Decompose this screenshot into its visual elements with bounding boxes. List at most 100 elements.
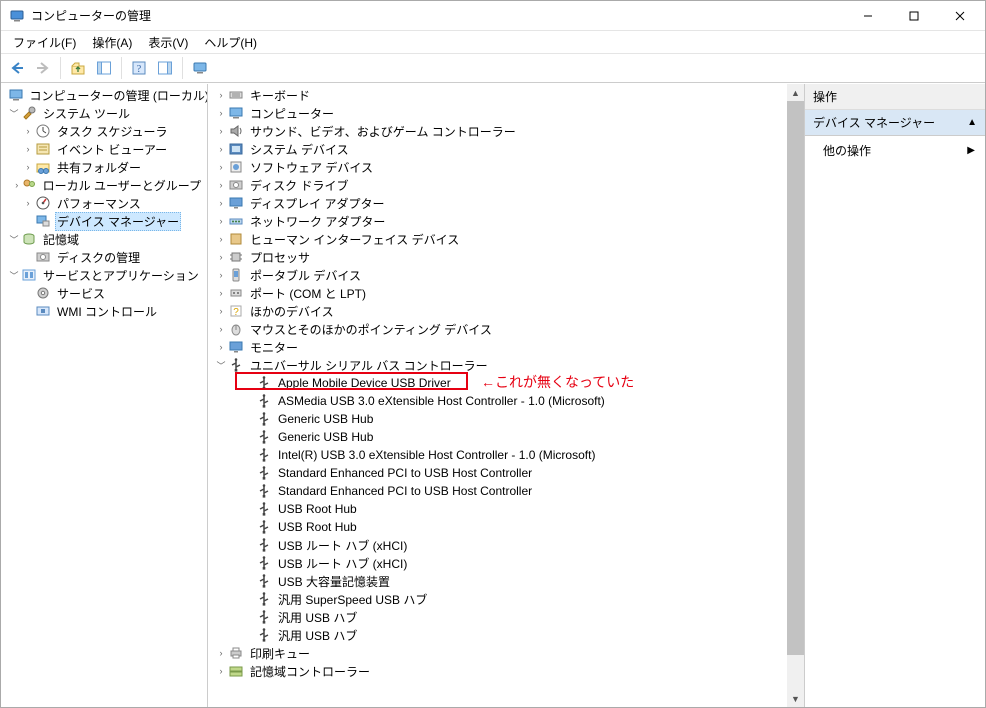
usb-device-item[interactable]: ›汎用 SuperSpeed USB ハブ xyxy=(210,590,787,608)
expander-icon[interactable]: › xyxy=(214,342,228,352)
device-label: ポート (COM と LPT) xyxy=(248,285,368,302)
expander-icon[interactable]: › xyxy=(214,144,228,154)
usb-device-item[interactable]: ›汎用 USB ハブ xyxy=(210,626,787,644)
expander-icon[interactable]: › xyxy=(214,216,228,226)
expander-icon[interactable]: › xyxy=(214,198,228,208)
device-category[interactable]: ›記憶域コントローラー xyxy=(210,662,787,680)
device-category[interactable]: ›印刷キュー xyxy=(210,644,787,662)
expander-icon[interactable]: › xyxy=(21,144,35,154)
device-category[interactable]: ›?ほかのデバイス xyxy=(210,302,787,320)
device-category[interactable]: ›ヒューマン インターフェイス デバイス xyxy=(210,230,787,248)
tree-event-viewer[interactable]: › イベント ビューアー xyxy=(3,140,207,158)
tree-system-tools[interactable]: ﹀ システム ツール xyxy=(3,104,207,122)
scrollbar-thumb[interactable] xyxy=(787,101,804,655)
expander-icon[interactable]: › xyxy=(214,252,228,262)
console-tree[interactable]: ▸ コンピューターの管理 (ローカル) ﹀ システム ツール › xyxy=(1,84,207,707)
show-hide-tree-button[interactable] xyxy=(92,56,116,80)
help-button[interactable]: ? xyxy=(127,56,151,80)
expander-icon[interactable]: › xyxy=(214,126,228,136)
expander-icon[interactable]: ﹀ xyxy=(7,107,21,120)
expander-icon[interactable]: ﹀ xyxy=(214,359,228,372)
menu-action[interactable]: 操作(A) xyxy=(84,32,140,53)
expander-icon[interactable]: › xyxy=(21,126,35,136)
expander-icon[interactable]: › xyxy=(21,198,35,208)
expander-icon[interactable]: › xyxy=(214,234,228,244)
usb-device-item[interactable]: ›USB 大容量記憶装置 xyxy=(210,572,787,590)
usb-device-item[interactable]: ›Generic USB Hub xyxy=(210,410,787,428)
tree-shared-folders[interactable]: › 共有フォルダー xyxy=(3,158,207,176)
display-button[interactable] xyxy=(188,56,212,80)
usb-device-item[interactable]: ›Intel(R) USB 3.0 eXtensible Host Contro… xyxy=(210,446,787,464)
expander-icon[interactable]: › xyxy=(13,180,21,190)
device-category[interactable]: ›コンピューター xyxy=(210,104,787,122)
vertical-scrollbar[interactable]: ▲ ▼ xyxy=(787,84,804,707)
device-category[interactable]: › ポート (COM と LPT) xyxy=(210,284,787,302)
tree-wmi[interactable]: WMI コントロール xyxy=(3,302,207,320)
usb-device-item[interactable]: ›汎用 USB ハブ xyxy=(210,608,787,626)
device-category[interactable]: ﹀ユニバーサル シリアル バス コントローラー xyxy=(210,356,787,374)
device-category[interactable]: ›キーボード xyxy=(210,86,787,104)
expander-icon[interactable]: › xyxy=(21,162,35,172)
usb-device-item[interactable]: ›USB ルート ハブ (xHCI) xyxy=(210,554,787,572)
expander-icon[interactable]: › xyxy=(214,324,228,334)
scroll-up-button[interactable]: ▲ xyxy=(787,84,804,101)
tree-device-manager[interactable]: デバイス マネージャー xyxy=(3,212,207,230)
portable-icon xyxy=(228,267,244,283)
up-button[interactable] xyxy=(66,56,90,80)
usb-icon xyxy=(256,465,272,481)
device-category[interactable]: ›サウンド、ビデオ、およびゲーム コントローラー xyxy=(210,122,787,140)
expander-icon[interactable]: › xyxy=(214,666,228,676)
menu-file[interactable]: ファイル(F) xyxy=(5,32,84,53)
device-category[interactable]: ›ネットワーク アダプター xyxy=(210,212,787,230)
maximize-button[interactable] xyxy=(891,1,937,31)
device-category[interactable]: › ソフトウェア デバイス xyxy=(210,158,787,176)
tree-task-scheduler[interactable]: › タスク スケジューラ xyxy=(3,122,207,140)
expander-icon: › xyxy=(242,630,256,640)
usb-device-item[interactable]: ›USB Root Hub xyxy=(210,500,787,518)
device-category[interactable]: ›システム デバイス xyxy=(210,140,787,158)
tree-services-apps[interactable]: ﹀ サービスとアプリケーション xyxy=(3,266,207,284)
device-category[interactable]: ›ディスク ドライブ xyxy=(210,176,787,194)
usb-device-item[interactable]: ›Generic USB Hub xyxy=(210,428,787,446)
expander-icon[interactable]: › xyxy=(214,648,228,658)
expander-icon[interactable]: › xyxy=(214,306,228,316)
show-hide-action-button[interactable] xyxy=(153,56,177,80)
back-button[interactable] xyxy=(5,56,29,80)
minimize-button[interactable] xyxy=(845,1,891,31)
tree-storage[interactable]: ﹀ 記憶域 xyxy=(3,230,207,248)
scroll-down-button[interactable]: ▼ xyxy=(787,690,804,707)
device-tree[interactable]: ›キーボード›コンピューター›サウンド、ビデオ、およびゲーム コントローラー›シ… xyxy=(208,84,787,707)
device-category[interactable]: ›プロセッサ xyxy=(210,248,787,266)
close-button[interactable] xyxy=(937,1,983,31)
actions-more[interactable]: 他の操作 ▶ xyxy=(805,136,985,165)
expander-icon[interactable]: › xyxy=(214,108,228,118)
usb-device-item[interactable]: ›Standard Enhanced PCI to USB Host Contr… xyxy=(210,482,787,500)
expander-icon[interactable]: › xyxy=(214,90,228,100)
actions-group[interactable]: デバイス マネージャー ▲ xyxy=(805,110,985,136)
tree-services[interactable]: サービス xyxy=(3,284,207,302)
menu-view[interactable]: 表示(V) xyxy=(140,32,196,53)
expander-icon[interactable]: ﹀ xyxy=(7,269,21,282)
menu-help[interactable]: ヘルプ(H) xyxy=(196,32,265,53)
expander-icon[interactable]: ﹀ xyxy=(7,233,21,246)
usb-device-item[interactable]: ›USB ルート ハブ (xHCI) xyxy=(210,536,787,554)
device-category[interactable]: › マウスとそのほかのポインティング デバイス xyxy=(210,320,787,338)
forward-button[interactable] xyxy=(31,56,55,80)
device-category[interactable]: ›ディスプレイ アダプター xyxy=(210,194,787,212)
device-label: マウスとそのほかのポインティング デバイス xyxy=(248,321,494,338)
expander-icon[interactable]: › xyxy=(214,288,228,298)
device-category[interactable]: ›ポータブル デバイス xyxy=(210,266,787,284)
tree-performance[interactable]: › パフォーマンス xyxy=(3,194,207,212)
usb-device-item[interactable]: ›Apple Mobile Device USB Driver xyxy=(210,374,787,392)
tree-root[interactable]: ▸ コンピューターの管理 (ローカル) xyxy=(3,86,207,104)
usb-device-item[interactable]: ›Standard Enhanced PCI to USB Host Contr… xyxy=(210,464,787,482)
tree-local-users[interactable]: › ローカル ユーザーとグループ xyxy=(3,176,207,194)
expander-icon[interactable]: › xyxy=(214,270,228,280)
usb-device-item[interactable]: ›ASMedia USB 3.0 eXtensible Host Control… xyxy=(210,392,787,410)
device-category[interactable]: ›モニター xyxy=(210,338,787,356)
expander-icon[interactable]: › xyxy=(214,180,228,190)
usb-device-item[interactable]: ›USB Root Hub xyxy=(210,518,787,536)
device-label: ソフトウェア デバイス xyxy=(248,159,375,176)
tree-disk-management[interactable]: ディスクの管理 xyxy=(3,248,207,266)
expander-icon[interactable]: › xyxy=(214,162,228,172)
